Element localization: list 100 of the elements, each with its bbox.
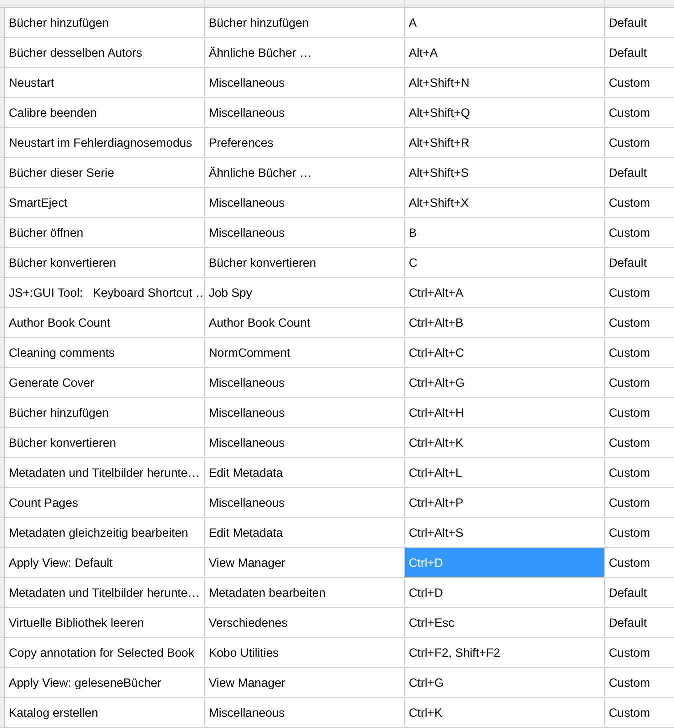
table-cell[interactable]: Alt+Shift+X	[405, 188, 605, 218]
table-cell[interactable]: Alt+Shift+N	[405, 68, 605, 98]
row-header[interactable]	[0, 158, 5, 188]
table-cell: Custom	[605, 338, 674, 368]
table-cell[interactable]: Ctrl+Esc	[405, 608, 605, 638]
table-cell: Metadaten und Titelbilder herunte…	[5, 458, 205, 488]
table-cell: Custom	[605, 68, 674, 98]
table-cell: Miscellaneous	[205, 368, 405, 398]
table-cell[interactable]: Ctrl+Alt+B	[405, 308, 605, 338]
table-cell: Miscellaneous	[205, 98, 405, 128]
row-header[interactable]	[0, 518, 5, 548]
table-cell: Cleaning comments	[5, 338, 205, 368]
row-header[interactable]	[0, 458, 5, 488]
table-cell: Generate Cover	[5, 368, 205, 398]
table-cell: Neustart	[5, 68, 205, 98]
table-cell: Apply View: Default	[5, 548, 205, 578]
table-cell: Default	[605, 578, 674, 608]
table-cell: Custom	[605, 518, 674, 548]
table-cell: Custom	[605, 218, 674, 248]
table-cell[interactable]: Alt+Shift+S	[405, 158, 605, 188]
table-cell[interactable]: Ctrl+Alt+G	[405, 368, 605, 398]
table-cell: Bücher öffnen	[5, 218, 205, 248]
table-cell: Count Pages	[5, 488, 205, 518]
row-header[interactable]	[0, 578, 5, 608]
table-cell: Default	[605, 158, 674, 188]
table-cell[interactable]: Ctrl+D	[405, 578, 605, 608]
row-header[interactable]	[0, 308, 5, 338]
row-header[interactable]	[0, 548, 5, 578]
row-header[interactable]	[0, 368, 5, 398]
table-cell: Ähnliche Bücher …	[205, 38, 405, 68]
table-cell: Edit Metadata	[205, 458, 405, 488]
table-cell: Default	[605, 8, 674, 38]
table-cell: NormComment	[205, 338, 405, 368]
row-header[interactable]	[0, 638, 5, 668]
table-cell: Metadaten gleichzeitig bearbeiten	[5, 518, 205, 548]
table-cell[interactable]: Ctrl+Alt+C	[405, 338, 605, 368]
table-cell: View Manager	[205, 668, 405, 698]
row-header[interactable]	[0, 668, 5, 698]
table-cell: Custom	[605, 668, 674, 698]
table-cell: Calibre beenden	[5, 98, 205, 128]
table-cell: Custom	[605, 638, 674, 668]
table-cell: Metadaten und Titelbilder herunte…	[5, 578, 205, 608]
row-header[interactable]	[0, 38, 5, 68]
table-cell: Miscellaneous	[205, 398, 405, 428]
table-cell: Copy annotation for Selected Book	[5, 638, 205, 668]
table-cell[interactable]: Ctrl+Alt+L	[405, 458, 605, 488]
table-cell: Verschiedenes	[205, 608, 405, 638]
table-cell[interactable]: A	[405, 8, 605, 38]
table-cell: Custom	[605, 428, 674, 458]
table-cell: Custom	[605, 128, 674, 158]
row-header[interactable]	[0, 488, 5, 518]
row-header[interactable]	[0, 428, 5, 458]
table-cell: Custom	[605, 368, 674, 398]
table-cell: Bücher hinzufügen	[5, 398, 205, 428]
table-cell[interactable]: Ctrl+F2, Shift+F2	[405, 638, 605, 668]
row-header[interactable]	[0, 128, 5, 158]
table-cell: Virtuelle Bibliothek leeren	[5, 608, 205, 638]
row-header[interactable]	[0, 338, 5, 368]
table-cell: Bücher hinzufügen	[205, 8, 405, 38]
table-cell[interactable]: B	[405, 218, 605, 248]
table-cell: Preferences	[205, 128, 405, 158]
table-cell: SmartEject	[5, 188, 205, 218]
table-cell: Neustart im Fehlerdiagnosemodus	[5, 128, 205, 158]
row-header[interactable]	[0, 8, 5, 38]
table-cell: Miscellaneous	[205, 188, 405, 218]
row-header[interactable]	[0, 698, 5, 728]
row-header[interactable]	[0, 218, 5, 248]
row-header[interactable]	[0, 278, 5, 308]
row-header[interactable]	[0, 248, 5, 278]
table-cell[interactable]: Alt+A	[405, 38, 605, 68]
table-cell: Apply View: geleseneBücher	[5, 668, 205, 698]
table-cell: Custom	[605, 398, 674, 428]
row-header[interactable]	[0, 68, 5, 98]
table-cell: Default	[605, 248, 674, 278]
table-cell[interactable]: Ctrl+Alt+K	[405, 428, 605, 458]
table-cell: Bücher konvertieren	[5, 248, 205, 278]
table-cell: Author Book Count	[5, 308, 205, 338]
table-cell[interactable]: Ctrl+Alt+P	[405, 488, 605, 518]
table-cell: Bücher dieser Serie	[5, 158, 205, 188]
table-cell[interactable]: Ctrl+G	[405, 668, 605, 698]
table-cell[interactable]: Alt+Shift+Q	[405, 98, 605, 128]
table-cell: Default	[605, 38, 674, 68]
table-cell[interactable]: Ctrl+K	[405, 698, 605, 728]
table-cell: Bücher konvertieren	[205, 248, 405, 278]
table-cell: Custom	[605, 548, 674, 578]
table-cell[interactable]: Ctrl+Alt+H	[405, 398, 605, 428]
row-header[interactable]	[0, 188, 5, 218]
table-cell[interactable]: Ctrl+Alt+A	[405, 278, 605, 308]
table-cell: Katalog erstellen	[5, 698, 205, 728]
table-cell: Custom	[605, 488, 674, 518]
table-cell[interactable]: Alt+Shift+R	[405, 128, 605, 158]
row-header[interactable]	[0, 608, 5, 638]
row-header[interactable]	[0, 98, 5, 128]
table-cell[interactable]: C	[405, 248, 605, 278]
table-cell: Kobo Utilities	[205, 638, 405, 668]
table-cell: JS+:GUI Tool: Keyboard Shortcut …	[5, 278, 205, 308]
table-cell: Custom	[605, 98, 674, 128]
row-header[interactable]	[0, 398, 5, 428]
table-cell: Custom	[605, 188, 674, 218]
table-cell: Miscellaneous	[205, 428, 405, 458]
